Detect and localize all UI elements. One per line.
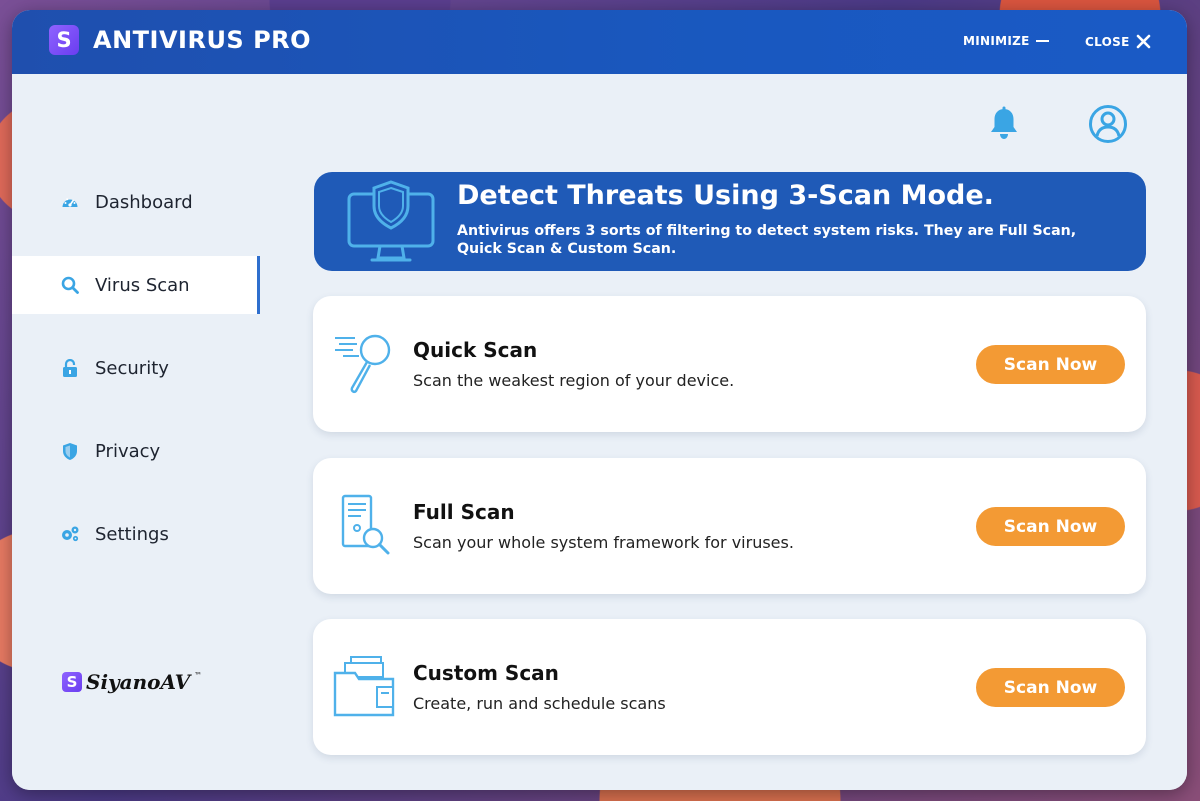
banner-title: Detect Threats Using 3-Scan Mode. bbox=[457, 180, 994, 211]
quick-scan-button[interactable]: Scan Now bbox=[976, 345, 1125, 384]
close-icon bbox=[1136, 34, 1150, 49]
scan-description: Scan your whole system framework for vir… bbox=[413, 533, 794, 552]
brand-trademark: ™ bbox=[194, 671, 203, 680]
sidebar-item-virus-scan[interactable]: Virus Scan bbox=[12, 256, 260, 314]
scan-title: Quick Scan bbox=[413, 338, 538, 362]
user-icon[interactable] bbox=[1088, 104, 1128, 144]
dashboard-icon bbox=[60, 192, 80, 212]
banner-text: Antivirus offers 3 sorts of filtering to… bbox=[457, 223, 1077, 257]
custom-scan-button[interactable]: Scan Now bbox=[976, 668, 1125, 707]
monitor-shield-icon bbox=[347, 180, 435, 262]
sidebar-item-dashboard[interactable]: Dashboard bbox=[12, 173, 260, 231]
sidebar-item-label: Privacy bbox=[95, 440, 161, 462]
document-search-icon bbox=[341, 494, 390, 555]
sidebar-item-security[interactable]: Security bbox=[12, 339, 260, 397]
full-scan-button[interactable]: Scan Now bbox=[976, 507, 1125, 546]
app-logo: S bbox=[49, 25, 79, 55]
scan-title: Full Scan bbox=[413, 500, 515, 524]
brand-logo-mark: S bbox=[62, 672, 82, 692]
custom-scan-card: Custom Scan Create, run and schedule sca… bbox=[313, 619, 1146, 755]
brand-name: SiyanoAV bbox=[86, 670, 191, 694]
scan-description: Create, run and schedule scans bbox=[413, 694, 666, 713]
gears-icon bbox=[60, 524, 80, 544]
quick-scan-card: Quick Scan Scan the weakest region of yo… bbox=[313, 296, 1146, 432]
sidebar-item-label: Virus Scan bbox=[95, 274, 190, 296]
magnifier-icon bbox=[335, 334, 391, 393]
scan-title: Custom Scan bbox=[413, 661, 559, 685]
sidebar-item-settings[interactable]: Settings bbox=[12, 505, 260, 563]
sidebar-item-label: Security bbox=[95, 357, 169, 379]
full-scan-card: Full Scan Scan your whole system framewo… bbox=[313, 458, 1146, 594]
title-bar: S ANTIVIRUS PRO MINIMIZE CLOSE bbox=[12, 10, 1187, 74]
minimize-button[interactable]: MINIMIZE bbox=[963, 34, 1049, 48]
search-icon bbox=[60, 275, 80, 295]
shield-icon bbox=[60, 441, 80, 461]
brand-logo: S SiyanoAV ™ bbox=[62, 670, 202, 694]
minimize-icon bbox=[1035, 40, 1049, 42]
app-title: ANTIVIRUS PRO bbox=[93, 26, 312, 54]
close-label: CLOSE bbox=[1085, 34, 1130, 49]
info-banner: Detect Threats Using 3-Scan Mode. Antivi… bbox=[314, 172, 1146, 271]
minimize-label: MINIMIZE bbox=[963, 34, 1030, 48]
bell-icon[interactable] bbox=[988, 106, 1020, 142]
sidebar-item-label: Settings bbox=[95, 523, 169, 545]
app-window: S ANTIVIRUS PRO MINIMIZE CLOSE Dashboard… bbox=[12, 10, 1187, 790]
folder-icon bbox=[333, 656, 395, 717]
sidebar-item-label: Dashboard bbox=[95, 191, 193, 213]
lock-icon bbox=[60, 358, 80, 378]
scan-description: Scan the weakest region of your device. bbox=[413, 371, 735, 390]
close-button[interactable]: CLOSE bbox=[1085, 34, 1151, 49]
sidebar-item-privacy[interactable]: Privacy bbox=[12, 422, 260, 480]
